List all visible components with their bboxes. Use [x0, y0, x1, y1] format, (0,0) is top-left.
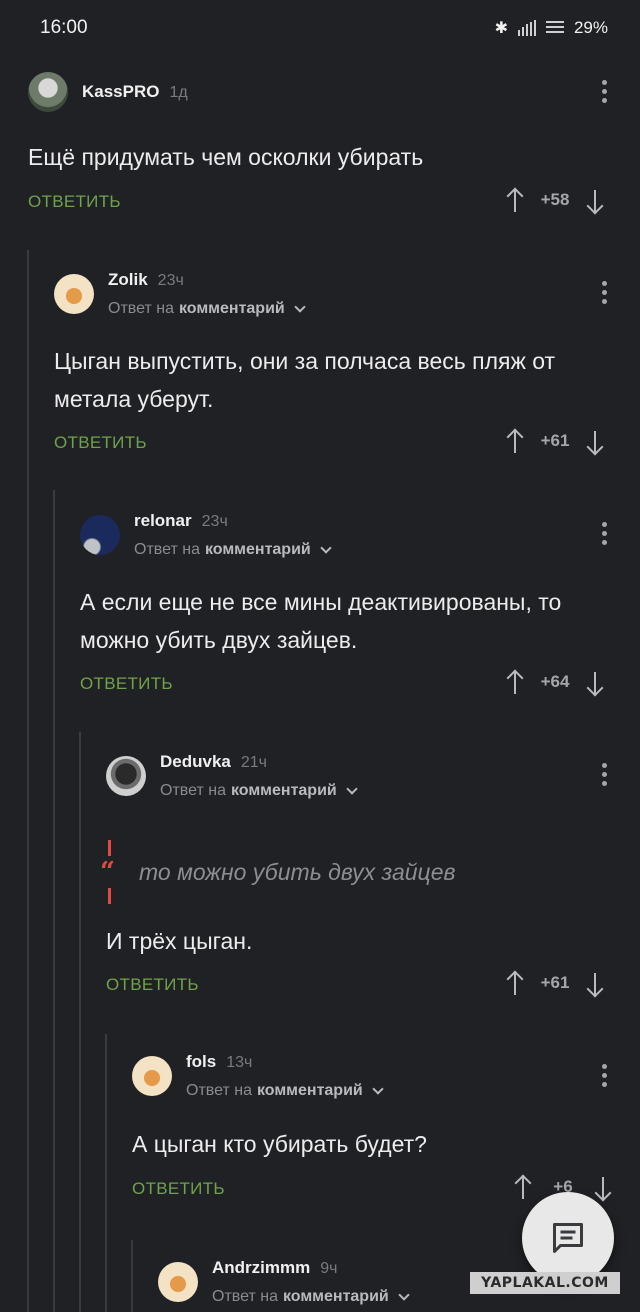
comment-time: 23ч: [201, 513, 228, 530]
reply-to-link[interactable]: Ответ на комментарий: [212, 1288, 410, 1306]
thread-line: [27, 250, 29, 1312]
reply-to-link[interactable]: Ответ на комментарий: [186, 1082, 384, 1100]
thread-line: [79, 732, 81, 1312]
more-options-icon[interactable]: [601, 522, 607, 545]
upvote-icon[interactable]: [506, 188, 524, 212]
quote-text: то можно убить двух зайцев: [139, 858, 456, 885]
reply-button[interactable]: ОТВЕТИТЬ: [106, 975, 199, 995]
chevron-down-icon: [346, 783, 358, 795]
comment-text: А если еще не все мины деактивированы, т…: [80, 589, 562, 653]
author-name[interactable]: Zolik: [108, 270, 148, 290]
comment-score: +61: [540, 431, 570, 450]
avatar[interactable]: [132, 1056, 172, 1096]
comment-text: И трёх цыган.: [106, 928, 253, 954]
comment-text: Цыган выпустить, они за полчаса весь пля…: [54, 348, 556, 412]
reply-to-link[interactable]: Ответ на комментарий: [160, 782, 358, 800]
wifi-icon: [545, 21, 564, 35]
quote-icon: “: [100, 857, 115, 887]
status-time: 16:00: [40, 17, 88, 38]
reply-button[interactable]: ОТВЕТИТЬ: [28, 192, 121, 212]
reply-button[interactable]: ОТВЕТИТЬ: [54, 433, 147, 453]
chevron-down-icon: [320, 542, 332, 554]
upvote-icon[interactable]: [514, 1175, 532, 1199]
comment-score: +64: [540, 672, 570, 691]
comment-time: 1д: [169, 84, 188, 101]
comment-score: +58: [540, 190, 570, 209]
author-name[interactable]: Deduvka: [160, 752, 231, 772]
comment-time: 21ч: [240, 754, 268, 771]
reply-to-link[interactable]: Ответ на комментарий: [108, 300, 306, 318]
reply-button[interactable]: ОТВЕТИТЬ: [80, 674, 173, 694]
comment-icon: [553, 1223, 583, 1253]
thread-line: [131, 1240, 133, 1312]
downvote-icon[interactable]: [586, 188, 604, 212]
downvote-icon[interactable]: [586, 971, 604, 995]
comment-text: Ещё придумать чем осколки убирать: [28, 144, 424, 170]
downvote-icon[interactable]: [594, 1175, 612, 1199]
more-options-icon[interactable]: [601, 763, 607, 786]
more-options-icon[interactable]: [601, 281, 607, 304]
author-name[interactable]: fols: [186, 1052, 216, 1072]
avatar[interactable]: [80, 515, 120, 555]
status-bar: 16:00 ✱ 29%: [0, 0, 640, 56]
avatar[interactable]: [106, 756, 146, 796]
upvote-icon[interactable]: [506, 971, 524, 995]
new-comment-button[interactable]: [522, 1192, 614, 1284]
upvote-icon[interactable]: [506, 429, 524, 453]
author-name[interactable]: Andrzimmm: [212, 1258, 310, 1278]
comment-time: 23ч: [157, 272, 184, 289]
avatar[interactable]: [28, 72, 68, 112]
downvote-icon[interactable]: [586, 670, 604, 694]
chevron-down-icon: [398, 1289, 410, 1301]
reply-to-link[interactable]: Ответ на комментарий: [134, 541, 332, 559]
quote-block: “ то можно убить двух зайцев: [100, 840, 456, 904]
comment-score: +61: [540, 973, 570, 992]
more-options-icon[interactable]: [601, 80, 607, 103]
thread-line: [53, 490, 55, 1312]
more-options-icon[interactable]: [601, 1064, 607, 1087]
downvote-icon[interactable]: [586, 429, 604, 453]
comment-time: 9ч: [320, 1260, 338, 1277]
watermark: YAPLAKAL.COM: [470, 1272, 620, 1294]
bluetooth-icon: ✱: [494, 20, 508, 37]
reply-button[interactable]: ОТВЕТИТЬ: [132, 1179, 225, 1199]
author-name[interactable]: relonar: [134, 511, 192, 531]
chevron-down-icon: [372, 1083, 384, 1095]
avatar[interactable]: [54, 274, 94, 314]
author-name[interactable]: KassPRO: [82, 82, 159, 102]
comment-text: А цыган кто убирать будет?: [132, 1131, 427, 1157]
avatar[interactable]: [158, 1262, 198, 1302]
thread-line: [105, 1034, 107, 1312]
battery-level: 29%: [573, 18, 608, 37]
comment-time: 13ч: [226, 1054, 253, 1071]
signal-icon: [517, 20, 536, 36]
upvote-icon[interactable]: [506, 670, 524, 694]
chevron-down-icon: [294, 301, 306, 313]
